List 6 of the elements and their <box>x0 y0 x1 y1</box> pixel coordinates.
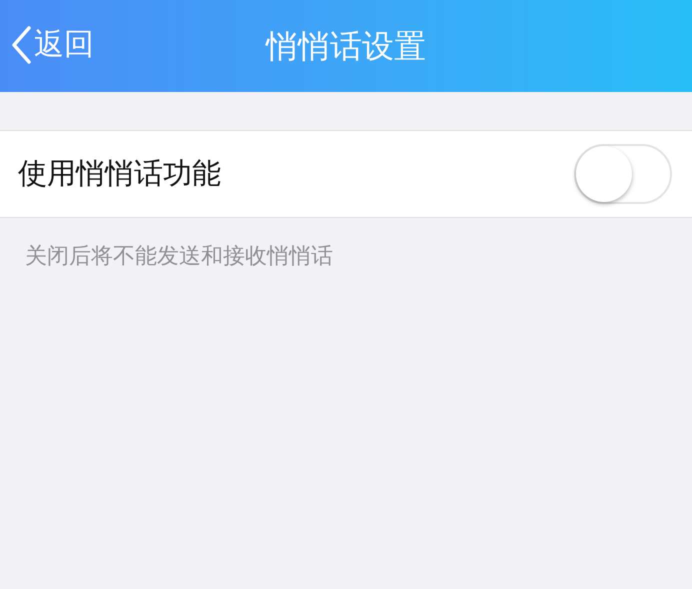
back-button[interactable]: 返回 <box>10 22 94 67</box>
screen-title: 悄悄话设置 <box>266 26 426 67</box>
setting-label: 使用悄悄话功能 <box>18 155 221 192</box>
back-icon <box>10 24 32 64</box>
toggle-switch[interactable] <box>574 144 672 204</box>
setting-note: 关闭后将不能发送和接收悄悄话 <box>24 243 334 271</box>
